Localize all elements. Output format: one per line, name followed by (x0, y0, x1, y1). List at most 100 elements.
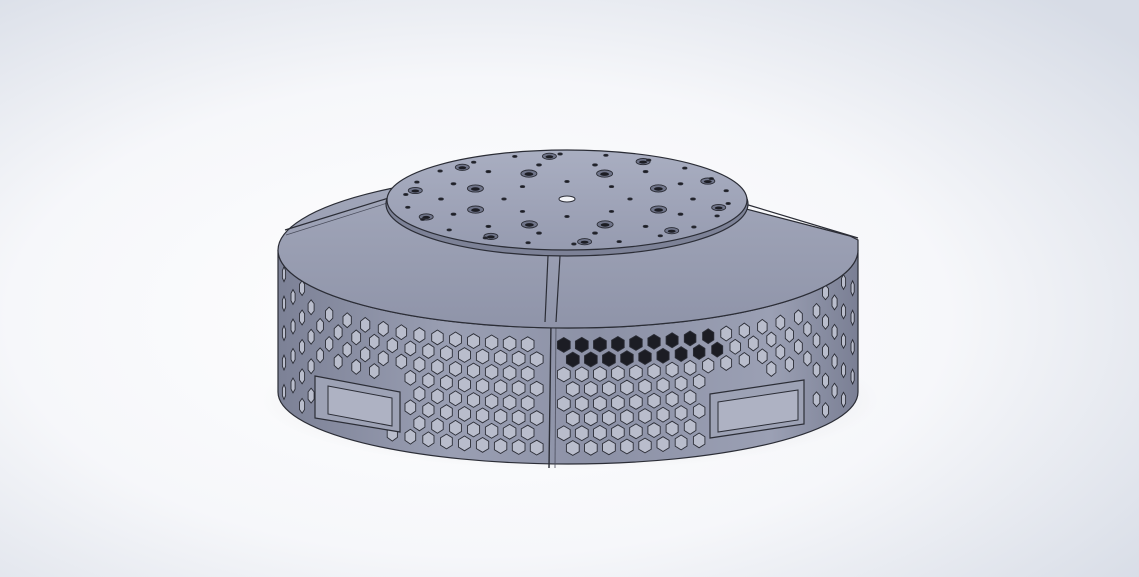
vent-hexagon (638, 437, 652, 454)
mounting-hole (450, 212, 457, 216)
vent-hexagon (475, 407, 490, 424)
mounting-hole (708, 177, 714, 181)
cad-viewport[interactable] (0, 0, 1139, 577)
vent-hexagon (493, 438, 508, 455)
vent-hexagon (395, 324, 408, 341)
vent-hexagon (511, 409, 526, 426)
vent-hexagon (665, 361, 679, 378)
vent-hexagon (511, 380, 526, 397)
vent-hexagon (638, 378, 652, 395)
vent-hexagon (529, 410, 544, 427)
vent-hexagon (850, 279, 855, 297)
mounting-hole (437, 169, 443, 173)
vent-hexagon (360, 346, 371, 363)
vent-hexagon (620, 438, 634, 455)
vent-hexagon (307, 299, 315, 316)
mounting-hole (471, 160, 477, 164)
vent-hexagon (574, 395, 589, 412)
vent-hexagon (422, 372, 435, 389)
vent-hexagon (440, 404, 453, 421)
vent-hexagon (656, 436, 670, 453)
vent-hexagon (629, 364, 643, 381)
vent-hexagon (784, 326, 794, 343)
vent-hexagon (449, 419, 462, 436)
vent-hexagon (611, 394, 625, 411)
vent-hexagon (475, 348, 490, 365)
vent-hexagon (822, 372, 829, 389)
vent-hexagon (841, 361, 847, 379)
vent-hexagon (738, 322, 750, 339)
vent-hexagon (290, 377, 296, 394)
vent-hexagon (638, 349, 652, 366)
vent-hexagon (593, 395, 607, 412)
mounting-hole (420, 217, 426, 221)
vent-hexagon (794, 309, 803, 326)
vent-hexagon (325, 306, 334, 323)
vent-hexagon (841, 273, 847, 291)
mounting-hole (714, 214, 720, 218)
vent-hexagon (784, 356, 794, 373)
vent-hexagon (556, 366, 571, 383)
vent-hexagon (574, 366, 589, 383)
vent-hexagon (299, 338, 306, 356)
mounting-hole (485, 224, 492, 228)
vent-hexagon (511, 439, 526, 455)
vent-hexagon (484, 334, 499, 351)
vent-hexagon (766, 360, 777, 377)
vent-hexagon (440, 374, 453, 391)
vent-hexagon (413, 356, 426, 373)
mounting-hole-bore (600, 223, 610, 227)
vent-hexagon (593, 424, 607, 441)
mounting-hole (403, 193, 409, 196)
vent-hexagon (431, 358, 444, 375)
vent-hexagon (307, 358, 315, 375)
vent-hexagon (720, 355, 733, 371)
vent-hexagon (850, 338, 855, 356)
mounting-hole (512, 154, 518, 158)
vent-hexagon (584, 439, 598, 456)
vent-hexagon (665, 332, 679, 349)
vent-hexagon (812, 302, 821, 319)
mounting-hole (450, 182, 457, 186)
mounting-hole (616, 240, 622, 244)
mounting-hole (690, 197, 696, 201)
mounting-hole-bore (703, 180, 712, 184)
mounting-hole (657, 234, 663, 238)
vent-hexagon (683, 330, 697, 347)
vent-hexagon (738, 351, 750, 368)
vent-hexagon (307, 328, 315, 345)
mounting-hole (536, 231, 542, 235)
vent-hexagon (794, 338, 803, 355)
vent-hexagon (431, 388, 444, 405)
vent-hexagon (757, 348, 768, 365)
vent-hexagon (493, 379, 508, 396)
vent-hexagon (449, 360, 462, 377)
vent-hexagon (413, 327, 426, 343)
vent-hexagon (831, 294, 838, 311)
vent-hexagon (720, 325, 733, 342)
mounting-hole (438, 197, 444, 201)
mounting-hole (608, 209, 615, 213)
mounting-hole-bore (639, 160, 647, 164)
mounting-hole (592, 163, 598, 167)
mounting-hole (677, 212, 684, 216)
vent-hexagon (422, 431, 435, 448)
vent-hexagon (290, 318, 296, 335)
vent-hexagon (333, 353, 343, 370)
vent-hexagon (458, 347, 471, 363)
mounting-hole-bore (525, 223, 534, 227)
vent-hexagon (299, 309, 306, 326)
vent-hexagon (850, 368, 855, 386)
mounting-hole-bore (471, 208, 480, 212)
cad-model-view[interactable] (0, 0, 1139, 577)
mounting-hole (677, 182, 684, 186)
vent-hexagon (841, 302, 847, 320)
vent-hexagon (593, 365, 607, 382)
vent-hexagon (602, 439, 616, 456)
mounting-hole-bore (654, 208, 663, 212)
vent-hexagon (556, 336, 571, 353)
vent-hexagon (467, 362, 481, 379)
vent-hexagon (822, 343, 829, 360)
mounting-hole (564, 215, 570, 218)
mounting-hole (501, 197, 507, 201)
